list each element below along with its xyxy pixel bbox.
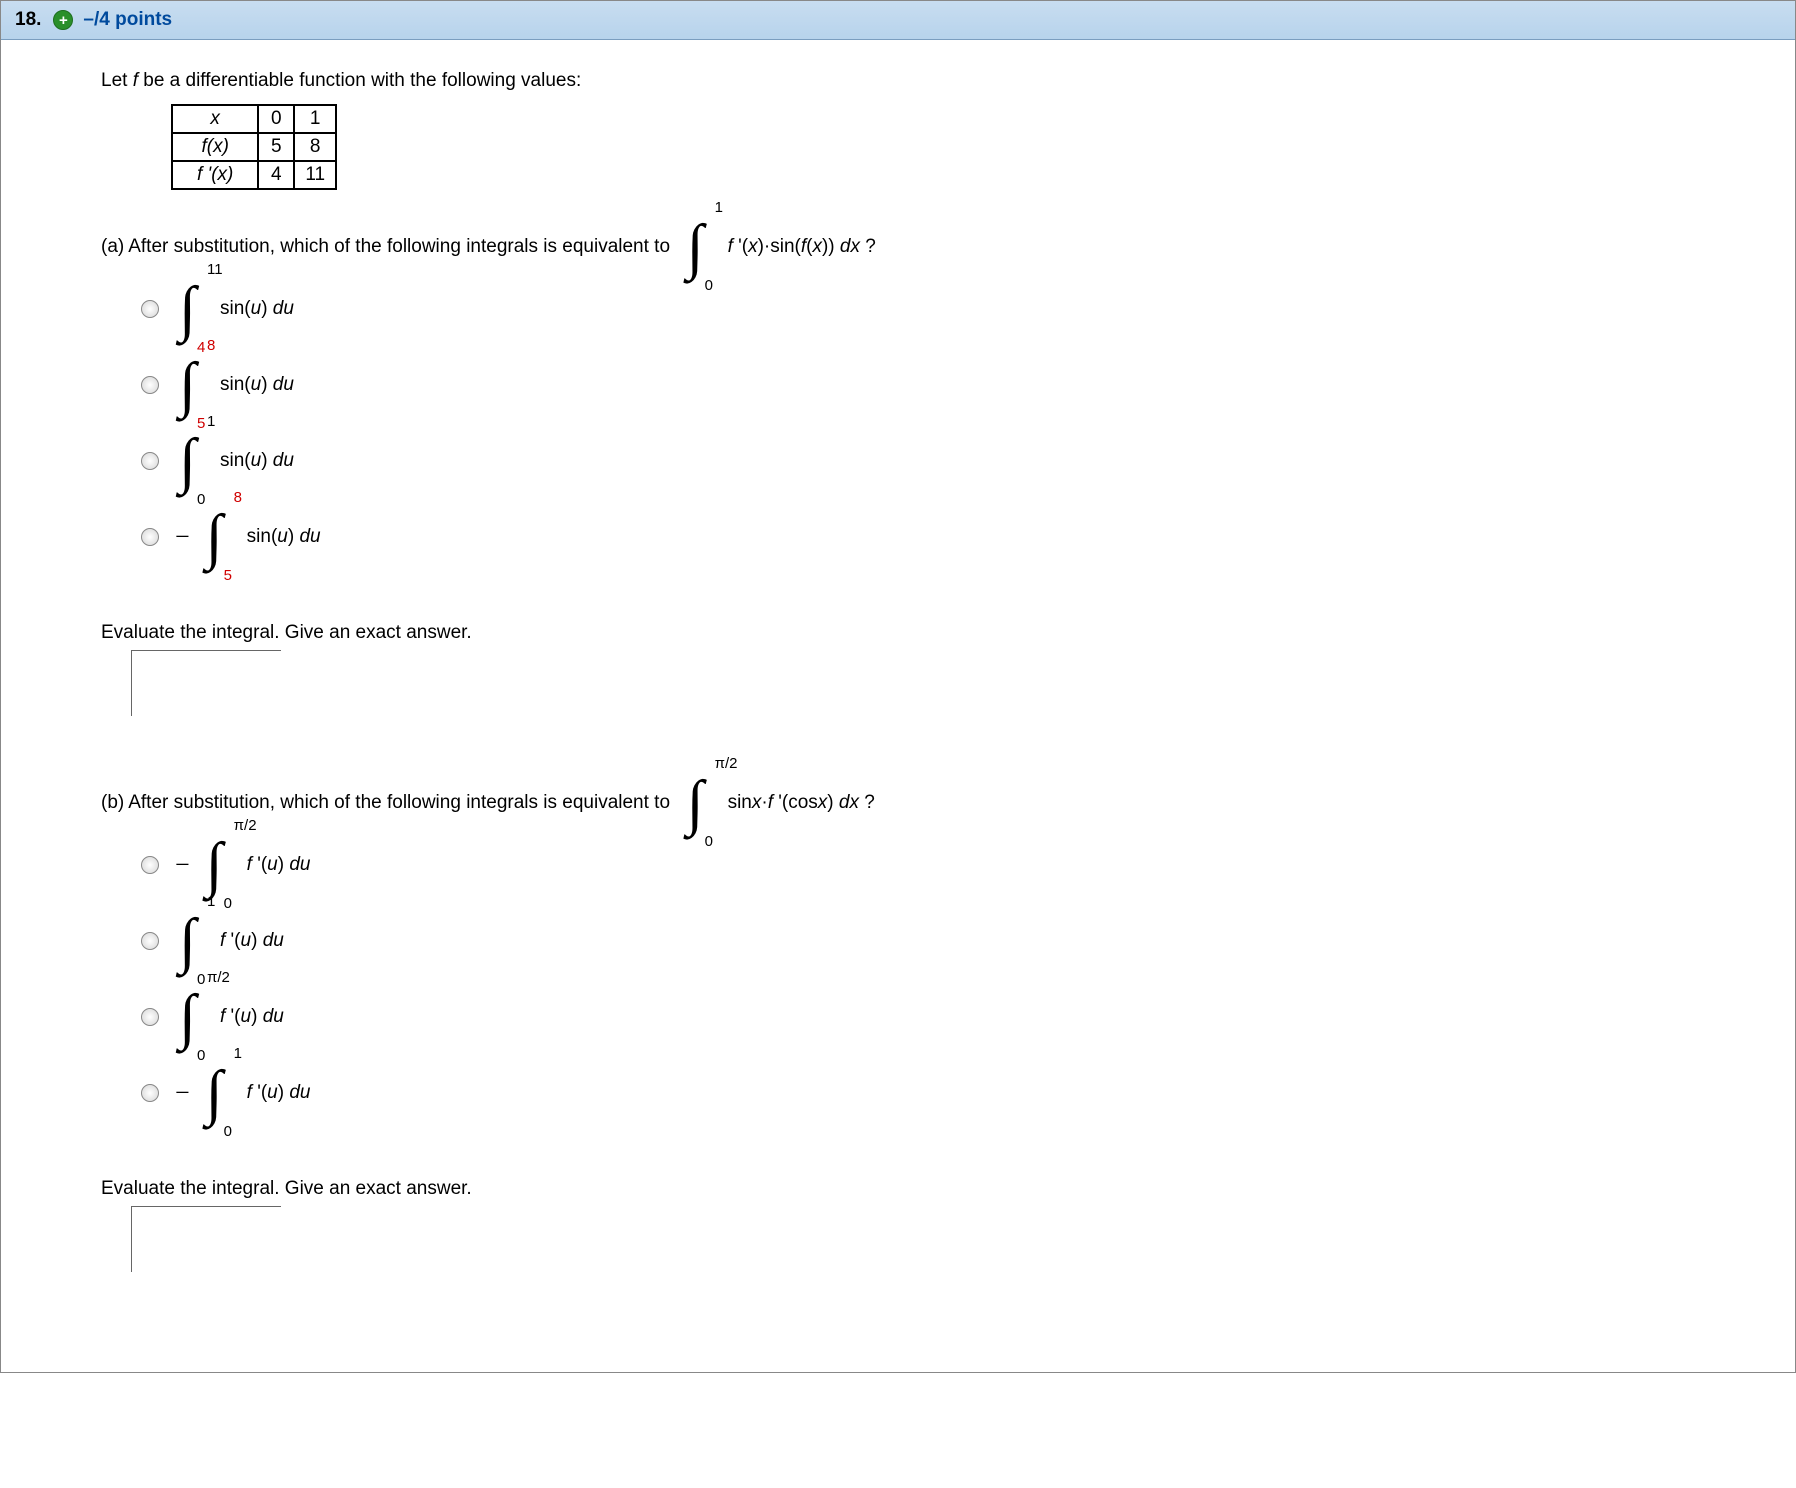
prompt-text: After substitution, which of the followi…	[128, 792, 670, 814]
choice-row: ∫114sin(u) du	[141, 274, 1795, 344]
choice-row: ∫10f '(u) du	[141, 906, 1795, 976]
choice-row: −∫π/20f '(u) du	[141, 830, 1795, 900]
lower-limit: 0	[197, 976, 205, 984]
part-label: (a)	[101, 236, 124, 258]
prompt-text: After substitution, which of the followi…	[128, 236, 670, 258]
expand-icon[interactable]: +	[53, 10, 73, 30]
answer-input-b[interactable]	[131, 1206, 281, 1272]
radio-button[interactable]	[141, 932, 159, 950]
choice-integral: ∫85sin(u) du	[179, 368, 294, 402]
integrand: f '(u) du	[247, 854, 311, 876]
lower-limit: 0	[705, 282, 713, 290]
choice-row: ∫85sin(u) du	[141, 350, 1795, 420]
cell: 4	[258, 161, 294, 189]
choice-integral: ∫10f '(u) du	[179, 924, 284, 958]
radio-button[interactable]	[141, 1084, 159, 1102]
upper-limit: 1	[207, 898, 215, 906]
cell: 11	[294, 161, 336, 189]
part-b-prompt: (b) After substitution, which of the fol…	[101, 786, 1795, 820]
choice-row: ∫π/20f '(u) du	[141, 982, 1795, 1052]
upper-limit: π/2	[715, 760, 738, 768]
question-container: 18. + –/4 points Let f be a differentiab…	[0, 0, 1796, 1373]
choice-integral: ∫10f '(u) du	[206, 1076, 311, 1110]
lower-limit: 0	[705, 838, 713, 846]
lower-limit: 4	[197, 344, 205, 352]
integrand: f '(u) du	[247, 1082, 311, 1104]
upper-limit: 8	[207, 342, 215, 350]
integrand: sin(u) du	[220, 450, 294, 472]
intro-text: Let f be a differentiable function with …	[101, 70, 1795, 92]
lower-limit: 5	[224, 572, 232, 580]
choice-row: ∫10sin(u) du	[141, 426, 1795, 496]
table-row: f(x) 5 8	[172, 133, 336, 161]
cell: x	[210, 108, 220, 129]
cell: 8	[294, 133, 336, 161]
lower-limit: 5	[197, 420, 205, 428]
upper-limit: 1	[207, 418, 215, 426]
choice-integral: ∫85sin(u) du	[206, 520, 321, 554]
integrand: sin(u) du	[220, 374, 294, 396]
upper-limit: π/2	[234, 822, 257, 830]
part-label: (b)	[101, 792, 124, 814]
choice-integral: ∫114sin(u) du	[179, 292, 294, 326]
radio-button[interactable]	[141, 1008, 159, 1026]
lower-limit: 0	[197, 1052, 205, 1060]
upper-limit: 1	[715, 204, 723, 212]
integrand: f '(u) du	[220, 1006, 284, 1028]
choices-a: ∫114sin(u) du∫85sin(u) du∫10sin(u) du−∫8…	[141, 274, 1795, 572]
part-a-prompt: (a) After substitution, which of the fol…	[101, 230, 1795, 264]
lower-limit: 0	[224, 900, 232, 908]
integrand: sin(u) du	[247, 526, 321, 548]
evaluate-prompt-a: Evaluate the integral. Give an exact ans…	[101, 622, 1795, 644]
choice-row: −∫85sin(u) du	[141, 502, 1795, 572]
table-row: x 0 1	[172, 105, 336, 133]
choice-row: −∫10f '(u) du	[141, 1058, 1795, 1128]
points-label: –/4 points	[83, 9, 172, 31]
upper-limit: 11	[207, 266, 223, 274]
main-integral-b: ∫ π/2 0 sinx·f '(cosx) dx ?	[687, 786, 875, 820]
cell: 5	[258, 133, 294, 161]
question-header: 18. + –/4 points	[1, 1, 1795, 40]
upper-limit: 8	[234, 494, 242, 502]
radio-button[interactable]	[141, 452, 159, 470]
answer-input-a[interactable]	[131, 650, 281, 716]
radio-button[interactable]	[141, 300, 159, 318]
radio-button[interactable]	[141, 528, 159, 546]
lower-limit: 0	[197, 496, 205, 504]
lower-limit: 0	[224, 1128, 232, 1136]
choices-b: −∫π/20f '(u) du∫10f '(u) du∫π/20f '(u) d…	[141, 830, 1795, 1128]
question-number: 18.	[15, 9, 41, 31]
evaluate-prompt-b: Evaluate the integral. Give an exact ans…	[101, 1178, 1795, 1200]
main-integral-a: ∫ 1 0 f '(x)·sin(f(x)) dx ?	[687, 230, 876, 264]
question-body: Let f be a differentiable function with …	[1, 40, 1795, 1372]
negative-sign: −	[175, 1078, 190, 1108]
upper-limit: 1	[234, 1050, 242, 1058]
values-table: x 0 1 f(x) 5 8 f '(x) 4 11	[171, 104, 337, 190]
negative-sign: −	[175, 522, 190, 552]
choice-integral: ∫10sin(u) du	[179, 444, 294, 478]
cell: 1	[294, 105, 336, 133]
choice-integral: ∫π/20f '(u) du	[206, 848, 311, 882]
upper-limit: π/2	[207, 974, 230, 982]
negative-sign: −	[175, 850, 190, 880]
table-row: f '(x) 4 11	[172, 161, 336, 189]
integrand: sin(u) du	[220, 298, 294, 320]
cell: 0	[258, 105, 294, 133]
radio-button[interactable]	[141, 856, 159, 874]
choice-integral: ∫π/20f '(u) du	[179, 1000, 284, 1034]
integrand: f '(u) du	[220, 930, 284, 952]
radio-button[interactable]	[141, 376, 159, 394]
